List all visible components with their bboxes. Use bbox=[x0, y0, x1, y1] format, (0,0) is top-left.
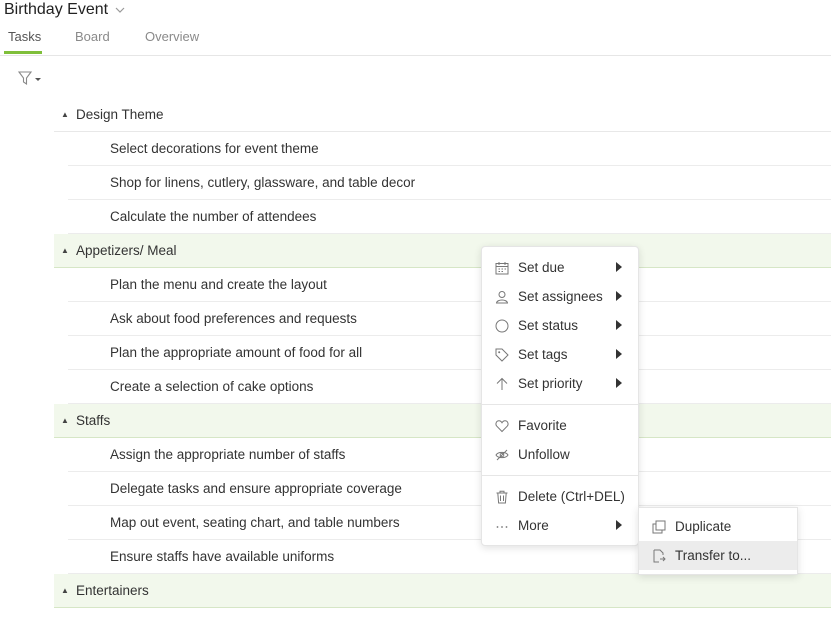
task-row[interactable]: Assign the appropriate number of staffs bbox=[68, 438, 831, 472]
menu-item-unfollow[interactable]: Unfollow bbox=[482, 440, 638, 469]
submenu-arrow-icon bbox=[616, 378, 622, 388]
submenu-arrow-icon bbox=[616, 520, 622, 530]
menu-item-label: Favorite bbox=[518, 418, 567, 433]
tag-icon bbox=[494, 347, 510, 363]
submenu-arrow-icon bbox=[616, 291, 622, 301]
tab-overview[interactable]: Overview bbox=[145, 29, 199, 44]
arrow-up-icon bbox=[494, 376, 510, 392]
task-row[interactable]: Ask about food preferences and requests bbox=[68, 302, 831, 336]
menu-item-label: Set due bbox=[518, 260, 565, 275]
filter-icon[interactable] bbox=[18, 70, 48, 88]
group-name: Design Theme bbox=[76, 107, 164, 122]
submenu-arrow-icon bbox=[616, 262, 622, 272]
task-title: Calculate the number of attendees bbox=[110, 209, 317, 224]
transfer-icon bbox=[651, 548, 667, 564]
menu-item-label: Duplicate bbox=[675, 519, 732, 534]
more-submenu: Duplicate Transfer to... bbox=[638, 507, 798, 575]
submenu-item-transfer[interactable]: Transfer to... bbox=[639, 541, 797, 570]
trash-icon bbox=[494, 489, 510, 505]
submenu-arrow-icon bbox=[616, 320, 622, 330]
task-title: Ensure staffs have available uniforms bbox=[110, 549, 335, 564]
project-title: Birthday Event bbox=[4, 1, 109, 18]
collapse-triangle-icon[interactable]: ▲ bbox=[54, 110, 76, 119]
task-title: Plan the appropriate amount of food for … bbox=[110, 345, 363, 360]
chevron-down-icon[interactable] bbox=[114, 4, 126, 16]
group-header-staffs[interactable]: ▲ Staffs bbox=[54, 404, 831, 438]
group-name: Appetizers/ Meal bbox=[76, 243, 177, 258]
collapse-triangle-icon[interactable]: ▲ bbox=[54, 416, 76, 425]
menu-item-label: Delete (Ctrl+DEL) bbox=[518, 489, 625, 504]
task-row[interactable]: Plan the menu and create the layout bbox=[68, 268, 831, 302]
calendar-icon bbox=[494, 260, 510, 276]
task-row[interactable]: Select decorations for event theme bbox=[68, 132, 831, 166]
task-title: Ask about food preferences and requests bbox=[110, 311, 357, 326]
task-row[interactable]: Plan the appropriate amount of food for … bbox=[68, 336, 831, 370]
menu-item-set-due[interactable]: Set due bbox=[482, 253, 638, 282]
collapse-triangle-icon[interactable]: ▲ bbox=[54, 586, 76, 595]
menu-item-favorite[interactable]: Favorite bbox=[482, 411, 638, 440]
menu-item-label: Set tags bbox=[518, 347, 568, 362]
active-tab-indicator bbox=[4, 51, 42, 54]
task-row[interactable]: Delegate tasks and ensure appropriate co… bbox=[68, 472, 831, 506]
group-header-entertainers[interactable]: ▲ Entertainers bbox=[54, 574, 831, 608]
eye-off-icon bbox=[494, 447, 510, 463]
context-menu: Set due Set assignees Set status Set tag… bbox=[481, 246, 639, 546]
menu-item-delete[interactable]: Delete (Ctrl+DEL) bbox=[482, 482, 638, 511]
submenu-item-duplicate[interactable]: Duplicate bbox=[639, 512, 797, 541]
task-title: Assign the appropriate number of staffs bbox=[110, 447, 346, 462]
group-name: Staffs bbox=[76, 413, 111, 428]
group-header-design-theme[interactable]: ▲ Design Theme bbox=[54, 98, 831, 132]
task-row[interactable]: Calculate the number of attendees bbox=[68, 200, 831, 234]
menu-item-label: Set status bbox=[518, 318, 579, 333]
menu-item-label: Set assignees bbox=[518, 289, 603, 304]
group-header-appetizers-meal[interactable]: ▲ Appetizers/ Meal bbox=[54, 234, 831, 268]
menu-item-label: More bbox=[518, 518, 549, 533]
task-title: Map out event, seating chart, and table … bbox=[110, 515, 400, 530]
task-title: Create a selection of cake options bbox=[110, 379, 314, 394]
menu-divider bbox=[482, 404, 638, 405]
heart-icon bbox=[494, 418, 510, 434]
menu-item-label: Transfer to... bbox=[675, 548, 752, 563]
task-row[interactable]: Create a selection of cake options bbox=[68, 370, 831, 404]
ellipsis-icon bbox=[494, 518, 510, 534]
person-icon bbox=[494, 289, 510, 305]
task-row[interactable]: Shop for linens, cutlery, glassware, and… bbox=[68, 166, 831, 200]
collapse-triangle-icon[interactable]: ▲ bbox=[54, 246, 76, 255]
group-name: Entertainers bbox=[76, 583, 149, 598]
menu-item-set-priority[interactable]: Set priority bbox=[482, 369, 638, 398]
menu-item-label: Set priority bbox=[518, 376, 583, 391]
menu-divider bbox=[482, 475, 638, 476]
menu-item-set-tags[interactable]: Set tags bbox=[482, 340, 638, 369]
task-title: Plan the menu and create the layout bbox=[110, 277, 327, 292]
duplicate-icon bbox=[651, 519, 667, 535]
task-title: Delegate tasks and ensure appropriate co… bbox=[110, 481, 402, 496]
task-title: Select decorations for event theme bbox=[110, 141, 319, 156]
circle-icon bbox=[494, 318, 510, 334]
menu-item-set-status[interactable]: Set status bbox=[482, 311, 638, 340]
submenu-arrow-icon bbox=[616, 349, 622, 359]
tab-tasks[interactable]: Tasks bbox=[8, 29, 41, 44]
menu-item-set-assignees[interactable]: Set assignees bbox=[482, 282, 638, 311]
tab-board[interactable]: Board bbox=[75, 29, 110, 44]
tabs-divider bbox=[0, 55, 831, 56]
menu-item-more[interactable]: More bbox=[482, 511, 638, 540]
task-title: Shop for linens, cutlery, glassware, and… bbox=[110, 175, 416, 190]
project-header: Birthday Event bbox=[4, 0, 126, 20]
menu-item-label: Unfollow bbox=[518, 447, 570, 462]
